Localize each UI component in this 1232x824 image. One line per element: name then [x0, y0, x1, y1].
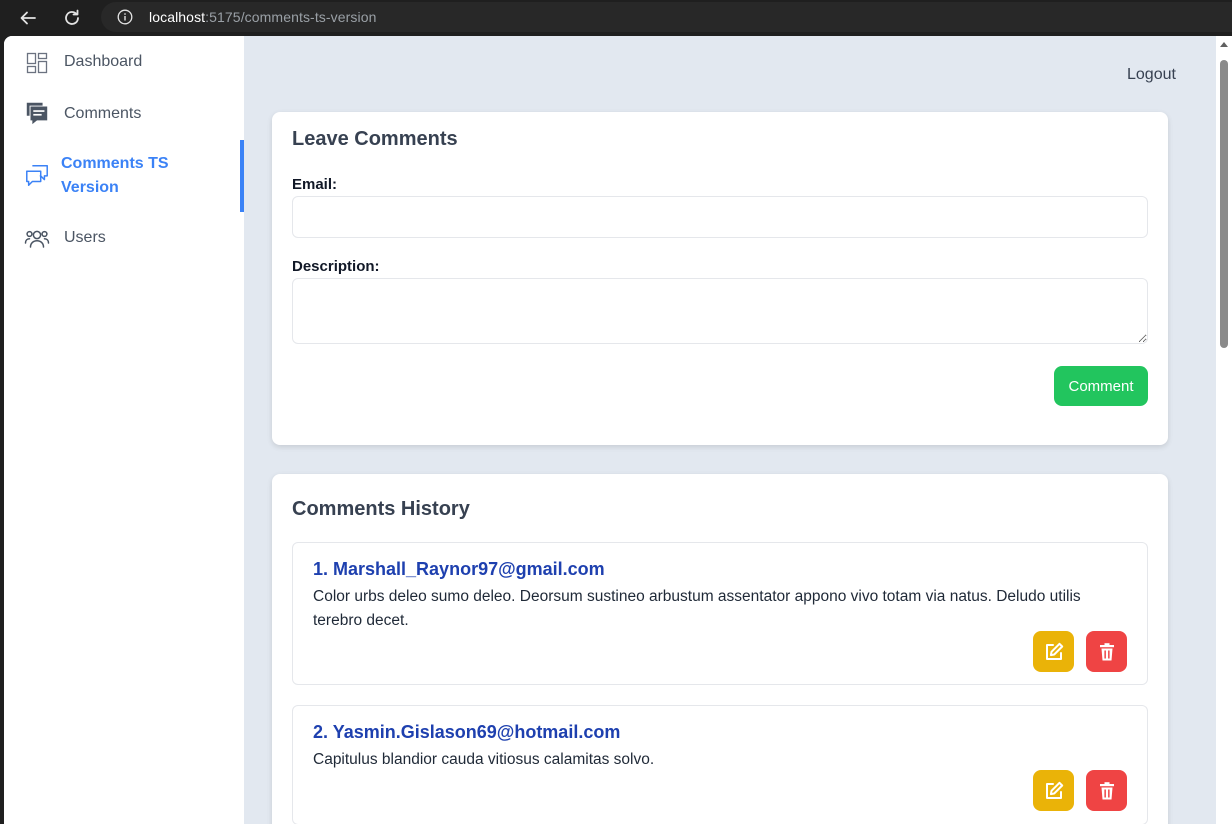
sidebar-item-label: Users	[64, 229, 106, 246]
info-icon[interactable]	[117, 9, 133, 25]
users-icon	[24, 226, 50, 252]
browser-toolbar: localhost:5175/comments-ts-version	[0, 0, 1232, 36]
comment-description: Capitulus blandior cauda vitiosus calami…	[313, 751, 655, 768]
trash-icon	[1099, 781, 1114, 799]
comment-description: Color urbs deleo sumo deleo. Deorsum sus…	[313, 588, 1081, 629]
edit-icon	[1045, 642, 1063, 660]
delete-button[interactable]	[1086, 631, 1127, 672]
page-scrollbar[interactable]	[1216, 36, 1232, 824]
sidebar-item-label: Comments TS Version	[61, 152, 169, 200]
dashboard-icon	[24, 50, 50, 76]
description-textarea[interactable]	[292, 278, 1148, 344]
arrow-left-icon	[20, 11, 36, 25]
url-host: localhost	[149, 9, 206, 25]
edit-button[interactable]	[1033, 631, 1074, 672]
sidebar-item-label-line-1: Comments TS	[61, 155, 169, 172]
sidebar-item-comments-ts-version[interactable]: Comments TS Version	[4, 152, 244, 204]
form-title: Leave Comments	[292, 128, 458, 150]
comment-icon	[24, 100, 50, 126]
active-indicator	[240, 140, 244, 212]
url-text: localhost:5175/comments-ts-version	[149, 9, 377, 25]
sidebar-item-label: Dashboard	[64, 53, 143, 70]
edit-icon	[1045, 781, 1063, 799]
back-button[interactable]	[14, 4, 42, 32]
email-label: Email:	[292, 176, 338, 193]
reload-button[interactable]	[58, 4, 86, 32]
comments-history-card: Comments History 1. Marshall_Raynor97@gm…	[272, 474, 1168, 824]
page-viewport: Dashboard Comments Comments TS Version U…	[4, 36, 1216, 824]
scroll-thumb[interactable]	[1220, 60, 1228, 348]
trash-icon	[1099, 642, 1114, 660]
description-label: Description:	[292, 258, 380, 275]
scroll-up-arrow-icon[interactable]	[1220, 42, 1228, 47]
sidebar-item-label: Comments	[64, 105, 142, 122]
comment-item: 2. Yasmin.Gislason69@hotmail.com Capitul…	[292, 705, 1148, 824]
edit-button[interactable]	[1033, 770, 1074, 811]
address-bar[interactable]: localhost:5175/comments-ts-version	[101, 2, 1232, 32]
sidebar-item-label-line-2: Version	[61, 179, 119, 196]
leave-comments-card: Leave Comments Email: Description: Comme…	[272, 112, 1168, 445]
reload-icon	[65, 9, 79, 25]
url-path: :5175/comments-ts-version	[205, 9, 377, 25]
logout-link[interactable]: Logout	[1127, 66, 1176, 84]
comment-item: 1. Marshall_Raynor97@gmail.com Color urb…	[292, 542, 1148, 685]
sidebar-item-users[interactable]: Users	[4, 226, 244, 252]
comment-submit-button[interactable]: Comment	[1054, 366, 1148, 406]
sidebar: Dashboard Comments Comments TS Version U…	[4, 36, 244, 824]
history-title: Comments History	[292, 498, 470, 520]
chat-bubbles-icon	[24, 162, 50, 188]
sidebar-item-dashboard[interactable]: Dashboard	[4, 50, 244, 76]
sidebar-item-comments[interactable]: Comments	[4, 100, 244, 128]
comment-heading: 2. Yasmin.Gislason69@hotmail.com	[313, 722, 621, 742]
comment-heading: 1. Marshall_Raynor97@gmail.com	[313, 559, 605, 579]
delete-button[interactable]	[1086, 770, 1127, 811]
email-input[interactable]	[292, 196, 1148, 238]
